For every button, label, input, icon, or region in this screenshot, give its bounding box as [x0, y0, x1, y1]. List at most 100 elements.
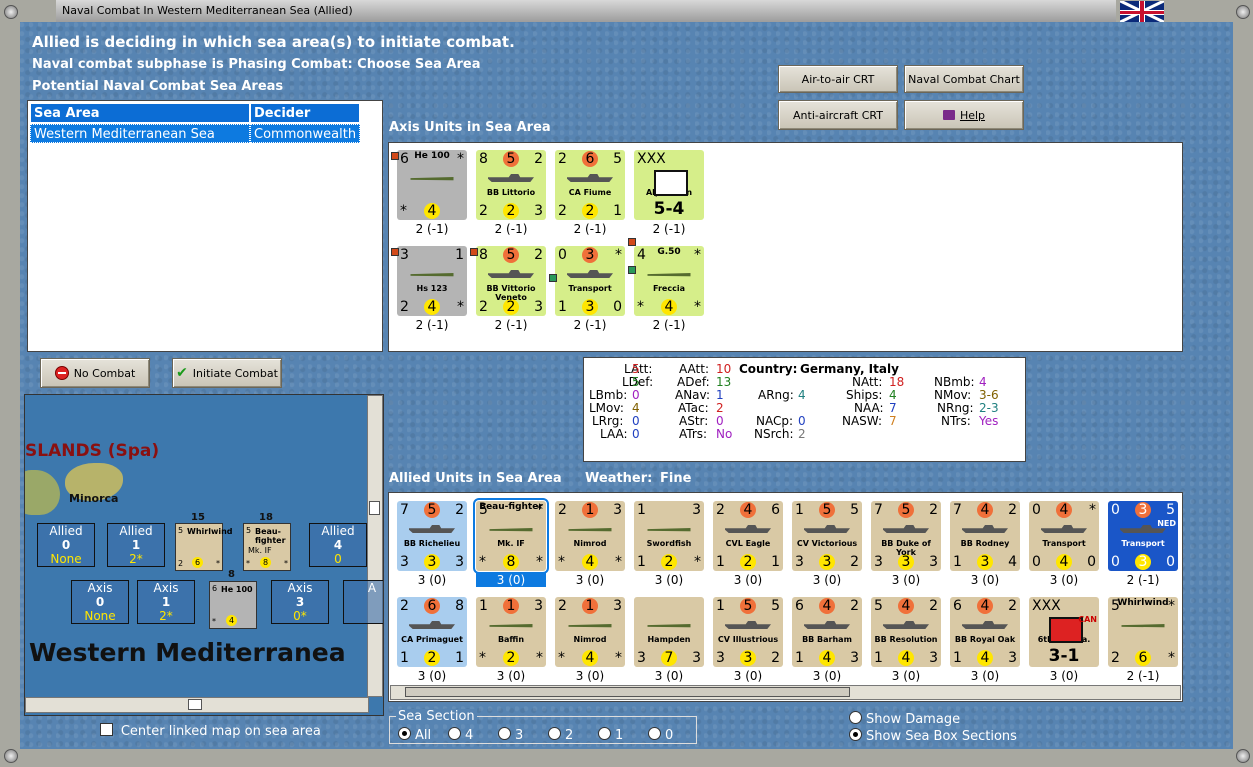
sea-area-name: Western Mediterranea: [29, 638, 346, 667]
unit-counter[interactable]: 2 8 6 1 1 2 CA Primaguet: [397, 597, 467, 667]
help-button[interactable]: Help: [904, 100, 1024, 130]
unit-counter[interactable]: 0 5 3 0 0 3 Transport NED: [1108, 501, 1178, 571]
unit-counter[interactable]: 7 2 5 3 3 3 BB Richelieu: [397, 501, 467, 571]
radio-button[interactable]: [398, 727, 411, 740]
unit-counter[interactable]: 5 2 4 1 3 4 BB Resolution: [871, 597, 941, 667]
center-map-checkbox[interactable]: Center linked map on sea area: [100, 723, 321, 739]
counter-name: BB Resolution: [874, 635, 938, 644]
unit-counter[interactable]: 1 3 1 * * 2 Baffin: [476, 597, 546, 667]
unit-marker: [549, 274, 557, 282]
axis-sea-box[interactable]: Axis 1 2*: [137, 580, 195, 624]
sea-section-option[interactable]: 4: [448, 727, 473, 743]
unit-status: 3 (0): [575, 573, 605, 587]
air-to-air-crt-button[interactable]: Air-to-air CRT: [778, 65, 898, 93]
unit-counter[interactable]: 5 * Whirlwind 2 * 6: [1108, 597, 1178, 667]
counter-value: 5: [178, 526, 184, 535]
unit-counter[interactable]: 4 * G.50 * * 4 Freccia: [634, 246, 704, 316]
corner-bolt: [4, 749, 18, 763]
map-unit-counter[interactable]: 5 Whirlwind 2 6 *: [175, 523, 233, 571]
sea-section-option[interactable]: 2: [548, 727, 573, 743]
unit-counter[interactable]: 8 2 5 2 3 2 BB Vittorio Veneto: [476, 246, 546, 316]
map-region-label: SLANDS (Spa): [25, 441, 160, 461]
column-header-sea-area[interactable]: Sea Area: [30, 103, 250, 123]
unit-status: 2 (-1): [415, 318, 449, 332]
table-cell-decider[interactable]: Commonwealth: [250, 124, 360, 143]
counter-value: 4: [792, 598, 862, 614]
unit-counter[interactable]: 0 * 4 0 0 4 Transport: [1029, 501, 1099, 571]
unit-counter[interactable]: XXX5-4Alpini Mtn: [634, 150, 704, 220]
radio-button[interactable]: [849, 711, 862, 724]
unit-counter[interactable]: 1 5 5 3 2 3 CV Victorious: [792, 501, 862, 571]
unit-counter[interactable]: 8 2 5 2 3 2 BB Littorio: [476, 150, 546, 220]
unit-counter[interactable]: 2 3 1 * * 4 Nimrod: [555, 501, 625, 571]
option-label: 4: [465, 728, 474, 743]
button-label: Air-to-air CRT: [801, 72, 875, 86]
stat-ldef: 5: [632, 375, 640, 389]
map-vertical-scrollbar[interactable]: [367, 395, 383, 697]
unit-counter[interactable]: 5 * Beau-fighter * * 8 Mk. IF: [473, 498, 549, 574]
anti-aircraft-crt-button[interactable]: Anti-aircraft CRT: [778, 100, 898, 130]
unit-counter[interactable]: 0 * 3 1 0 3 Transport: [555, 246, 625, 316]
counter-value: 4: [1029, 554, 1099, 570]
map-unit-counter[interactable]: 6 He 100 * 4: [209, 581, 257, 629]
radio-button[interactable]: [448, 727, 461, 740]
counter-name: CA Fiume: [568, 188, 612, 197]
allied-sea-box[interactable]: Allied 4 0: [309, 523, 367, 567]
unit-counter[interactable]: 7 2 5 3 3 3 BB Duke of York: [871, 501, 941, 571]
unit-counter[interactable]: 6 * He 100 * 4: [397, 150, 467, 220]
unit-counter[interactable]: 1 5 5 3 2 3 CV Illustrious: [713, 597, 783, 667]
sea-section-option[interactable]: All: [398, 727, 431, 743]
scroll-thumb[interactable]: [188, 699, 202, 710]
unit-status: 2 (-1): [573, 318, 607, 332]
counter-value: 2: [555, 203, 625, 219]
map-unit-counter[interactable]: 5 Beau-fighter Mk. IF * 8 *: [243, 523, 291, 571]
initiate-combat-button[interactable]: ✔ Initiate Combat: [172, 358, 282, 388]
column-header-decider[interactable]: Decider: [250, 103, 360, 123]
counter-value: 2: [634, 554, 704, 570]
radio-button[interactable]: [648, 727, 661, 740]
allied-sea-box[interactable]: Allied 0 None: [37, 523, 95, 567]
scroll-thumb[interactable]: [405, 687, 850, 697]
radio-button[interactable]: [498, 727, 511, 740]
weather-value: Fine: [660, 471, 692, 486]
unit-counter[interactable]: 3 1 2 * 4 Hs 123: [397, 246, 467, 316]
radio-button[interactable]: [849, 728, 862, 741]
unit-counter[interactable]: 2 5 6 2 1 2 CA Fiume: [555, 150, 625, 220]
radio-button[interactable]: [598, 727, 611, 740]
unit-counter[interactable]: 7 2 4 1 4 3 BB Rodney: [950, 501, 1020, 571]
unit-status: 3 (0): [1049, 573, 1079, 587]
unit-status: 3 (0): [1049, 669, 1079, 683]
counter-name: Mk. IF: [248, 546, 272, 555]
show-sea-box-sections-option[interactable]: Show Sea Box Sections: [849, 728, 1017, 744]
allied-sea-box[interactable]: Allied 1 2*: [107, 523, 165, 567]
counter-value: *: [284, 559, 288, 568]
counter-name: Transport: [568, 284, 612, 293]
corner-bolt: [1236, 5, 1250, 19]
axis-sea-box[interactable]: Axis 3 0*: [271, 580, 329, 624]
no-combat-button[interactable]: No Combat: [40, 358, 150, 388]
sea-section-option[interactable]: 1: [598, 727, 623, 743]
linked-map[interactable]: SLANDS (Spa) Minorca Western Mediterrane…: [24, 394, 384, 716]
unit-counter[interactable]: 2 3 1 * * 4 Nimrod: [555, 597, 625, 667]
scroll-thumb[interactable]: [369, 501, 380, 515]
unit-counter[interactable]: 6 2 4 1 3 4 BB Barham: [792, 597, 862, 667]
sea-section-option[interactable]: 0: [648, 727, 673, 743]
ship-icon: [567, 174, 613, 182]
unit-counter[interactable]: 3 3 7 Hampden: [634, 597, 704, 667]
unit-counter[interactable]: 1 3 1 * 2 Swordfish: [634, 501, 704, 571]
nationality-badge: CAN: [1078, 615, 1097, 624]
radio-button[interactable]: [548, 727, 561, 740]
axis-sea-box[interactable]: Axis 0 None: [71, 580, 129, 624]
map-horizontal-scrollbar[interactable]: [25, 697, 369, 713]
sea-section-option[interactable]: 3: [498, 727, 523, 743]
unit-counter[interactable]: 6 2 4 1 3 4 BB Royal Oak: [950, 597, 1020, 667]
checkbox-box[interactable]: [100, 723, 113, 736]
show-damage-option[interactable]: Show Damage: [849, 711, 960, 727]
unit-counter[interactable]: XXX3-16th Can Ga.CAN: [1029, 597, 1099, 667]
table-cell-sea-area[interactable]: Western Mediterranean Sea: [30, 124, 250, 143]
ship-icon: [804, 621, 850, 629]
axis-sea-box[interactable]: A: [343, 580, 383, 624]
unit-counter[interactable]: 2 6 4 1 1 2 CVL Eagle: [713, 501, 783, 571]
naval-combat-chart-button[interactable]: Naval Combat Chart: [904, 65, 1024, 93]
allied-horizontal-scrollbar[interactable]: [390, 685, 1181, 700]
